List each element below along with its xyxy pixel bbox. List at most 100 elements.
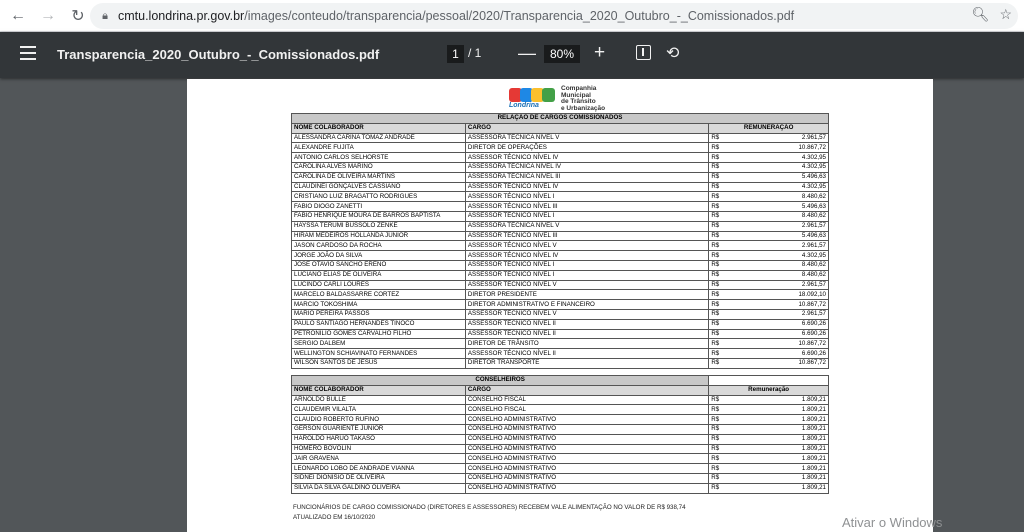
table-row: MARCELO BALDASSARRE CORTEZ DIRETOR PRESID…	[291, 289, 829, 301]
cell-remuneracao: R$ 8.480,62	[708, 210, 829, 222]
cell-currency: R$	[711, 464, 720, 472]
logo-company-name: Companhia Municipal de Trânsito e Urbani…	[561, 85, 606, 112]
cell-name: WILSON SANTOS DE JESUS	[291, 357, 466, 369]
cell-value: 8.480,62	[801, 212, 826, 220]
table-row: PAULO SANTIAGO HERNANDES TINOCO ASSESSOR …	[291, 318, 829, 330]
cell-currency: R$	[711, 271, 720, 279]
cell-cargo: ASSESSOR TÉCNICO NÍVEL III	[464, 201, 710, 212]
table-row: ALEXANDRE FUJITA DIRETOR DE OPERAÇÕES R$ 10…	[291, 142, 829, 154]
cell-cargo: CONSELHO ADMINISTRATIVO	[464, 414, 710, 425]
cell-cargo: CONSELHO ADMINISTRATIVO	[464, 423, 710, 435]
cell-remuneracao: R$ 1.809,21	[708, 482, 829, 494]
zoom-search-icon[interactable]: 🔍︎	[972, 6, 990, 23]
cell-remuneracao: R$ 8.480,62	[708, 191, 829, 203]
zoom-in-icon[interactable]: +	[594, 42, 605, 64]
cell-value: 6.690,26	[801, 329, 826, 337]
cell-value: 1.809,21	[801, 395, 826, 403]
cell-remuneracao: R$ 2.961,57	[708, 220, 829, 232]
cell-name: ALESSANDRA CARINA TOMAZ ANDRADE	[291, 132, 466, 144]
cell-value: 1.809,21	[801, 464, 826, 472]
cell-value: 2.961,57	[801, 133, 826, 141]
table-row: PETRONILIO GOMES CARVALHO FILHO ASSESSOR …	[291, 328, 829, 340]
cell-remuneracao: R$ 2.961,57	[708, 279, 829, 291]
cell-currency: R$	[711, 192, 720, 200]
cell-value: 2.961,57	[801, 222, 826, 230]
reload-icon[interactable]: ↻	[66, 4, 90, 28]
table-row: CLAUDIO ROBERTO RUFINO CONSELHO ADMINISTR…	[291, 414, 829, 425]
back-arrow-icon[interactable]: ←	[6, 4, 30, 28]
cell-currency: R$	[711, 310, 720, 318]
cell-name: MARCIO TOKOSHIMA	[291, 299, 466, 310]
cell-remuneracao: R$ 1.809,21	[708, 404, 829, 416]
pdf-page: Londrina Companhia Municipal de Trânsito…	[187, 79, 933, 532]
cell-remuneracao: R$ 4.302,95	[708, 161, 829, 173]
cell-name: JASON CARDOSO DA ROCHA	[291, 240, 466, 252]
cell-value: 10.867,72	[798, 143, 826, 151]
cell-value: 8.480,62	[801, 261, 826, 269]
cell-remuneracao: R$ 18.092,10	[708, 289, 829, 301]
cell-cargo: ASSESSOR TÉCNICO NÍVEL V	[464, 240, 710, 252]
cell-cargo: ASSESSORA TÉCNICA NÍVEL IV	[464, 161, 710, 173]
cell-name: FABIO DIOGO ZANETTI	[291, 201, 466, 212]
cell-value: 2.961,57	[801, 310, 826, 318]
cell-value: 1.809,21	[801, 435, 826, 443]
cell-name: SERGIO DALBEM	[291, 338, 466, 350]
url-text[interactable]: cmtu.londrina.pr.gov.br/images/conteudo/…	[118, 9, 794, 23]
cell-currency: R$	[711, 359, 720, 367]
cell-currency: R$	[711, 143, 720, 151]
cell-name: HAYSSA TERUMI BUSSOLO ZENKE	[291, 220, 466, 232]
table-row: SERGIO DALBEM DIRETOR DE TRÂNSITO R$ 10.867…	[291, 338, 829, 350]
address-bar[interactable]: 🔒︎ cmtu.londrina.pr.gov.br/images/conteu…	[90, 3, 1018, 29]
table-row: CLAUDINEI GONÇALVES CASSIANO ASSESSOR TÉC…	[291, 181, 829, 193]
lock-icon[interactable]: 🔒︎	[96, 10, 114, 23]
cell-currency: R$	[711, 202, 720, 210]
cell-currency: R$	[711, 173, 720, 181]
browser-toolbar: ← → ↻ 🔒︎ cmtu.londrina.pr.gov.br/images/…	[0, 0, 1024, 32]
table-row: FABIO DIOGO ZANETTI ASSESSOR TÉCNICO NÍVE…	[291, 201, 829, 212]
cell-remuneracao: R$ 5.496,63	[708, 230, 829, 242]
cell-currency: R$	[711, 251, 720, 259]
cell-currency: R$	[711, 222, 720, 230]
cell-value: 1.809,21	[801, 474, 826, 482]
zoom-out-icon[interactable]: —	[518, 43, 536, 64]
col-header-name: NOME COLABORADOR	[291, 122, 466, 134]
windows-activation-watermark: Ativar o Windows	[842, 515, 943, 530]
cell-remuneracao: R$ 1.809,21	[708, 394, 829, 406]
cell-cargo: ASSESSORA TÉCNICA NÍVEL V	[464, 220, 710, 232]
cell-cargo: CONSELHO ADMINISTRATIVO	[464, 472, 710, 484]
table-row: MARCIO TOKOSHIMA DIRETOR ADMINISTRATIVO E…	[291, 299, 829, 310]
cell-currency: R$	[711, 484, 720, 492]
cell-remuneracao: R$ 10.867,72	[708, 357, 829, 369]
table-row: ANTONIO CARLOS SELHORSTE ASSESSOR TÉCNICO…	[291, 152, 829, 163]
cell-currency: R$	[711, 329, 720, 337]
forward-arrow-icon[interactable]: →	[36, 4, 60, 28]
url-host: cmtu.londrina.pr.gov.br	[118, 9, 245, 23]
table-row: CRISTIANO LUIZ BRAGATTO RODRIGUES ASSESSO…	[291, 191, 829, 203]
cell-remuneracao: R$ 10.867,72	[708, 142, 829, 154]
bookmark-star-icon[interactable]: ☆	[999, 6, 1012, 23]
cell-remuneracao: R$ 4.302,95	[708, 250, 829, 261]
col-header-cargo: CARGO	[464, 384, 710, 396]
menu-icon[interactable]	[20, 46, 36, 60]
cell-value: 4.302,95	[801, 182, 826, 190]
cell-name: SIDNEI DIONISIO DE OLIVEIRA	[291, 472, 466, 484]
table-row: CAROLINA DE OLIVEIRA MARTINS ASSESSORA TÉ…	[291, 171, 829, 183]
table-row: FABIO HENRIQUE MOURA DE BARROS BAPTISTA A…	[291, 210, 829, 222]
cargos-comissionados-table: RELAÇÃO DE CARGOS COMISSIONADOS NOME COL…	[291, 113, 829, 369]
table-row: JORGE JOÃO DA SILVA ASSESSOR TÉCNICO NÍVE…	[291, 250, 829, 261]
cell-remuneracao: R$ 5.496,63	[708, 171, 829, 183]
col-header-remuneracao: REMUNERAÇÃO	[708, 122, 829, 134]
page-number-input[interactable]: 1	[447, 45, 464, 63]
cell-currency: R$	[711, 231, 720, 239]
cell-value: 6.690,26	[801, 320, 826, 328]
zoom-level-input[interactable]: 80%	[544, 45, 580, 63]
cell-cargo: CONSELHO ADMINISTRATIVO	[464, 453, 710, 465]
cell-remuneracao: R$ 1.809,21	[708, 453, 829, 465]
cell-remuneracao: R$ 1.809,21	[708, 463, 829, 474]
table-row: ARNOLDO BULLE CONSELHO FISCAL R$ 1.809,21	[291, 394, 829, 406]
cell-remuneracao: R$ 1.809,21	[708, 414, 829, 425]
fit-page-icon[interactable]	[636, 45, 651, 60]
rotate-icon[interactable]: ⟲	[666, 43, 679, 63]
cell-cargo: CONSELHO ADMINISTRATIVO	[464, 463, 710, 474]
cell-name: LUCIANO ELIAS DE OLIVEIRA	[291, 269, 466, 281]
